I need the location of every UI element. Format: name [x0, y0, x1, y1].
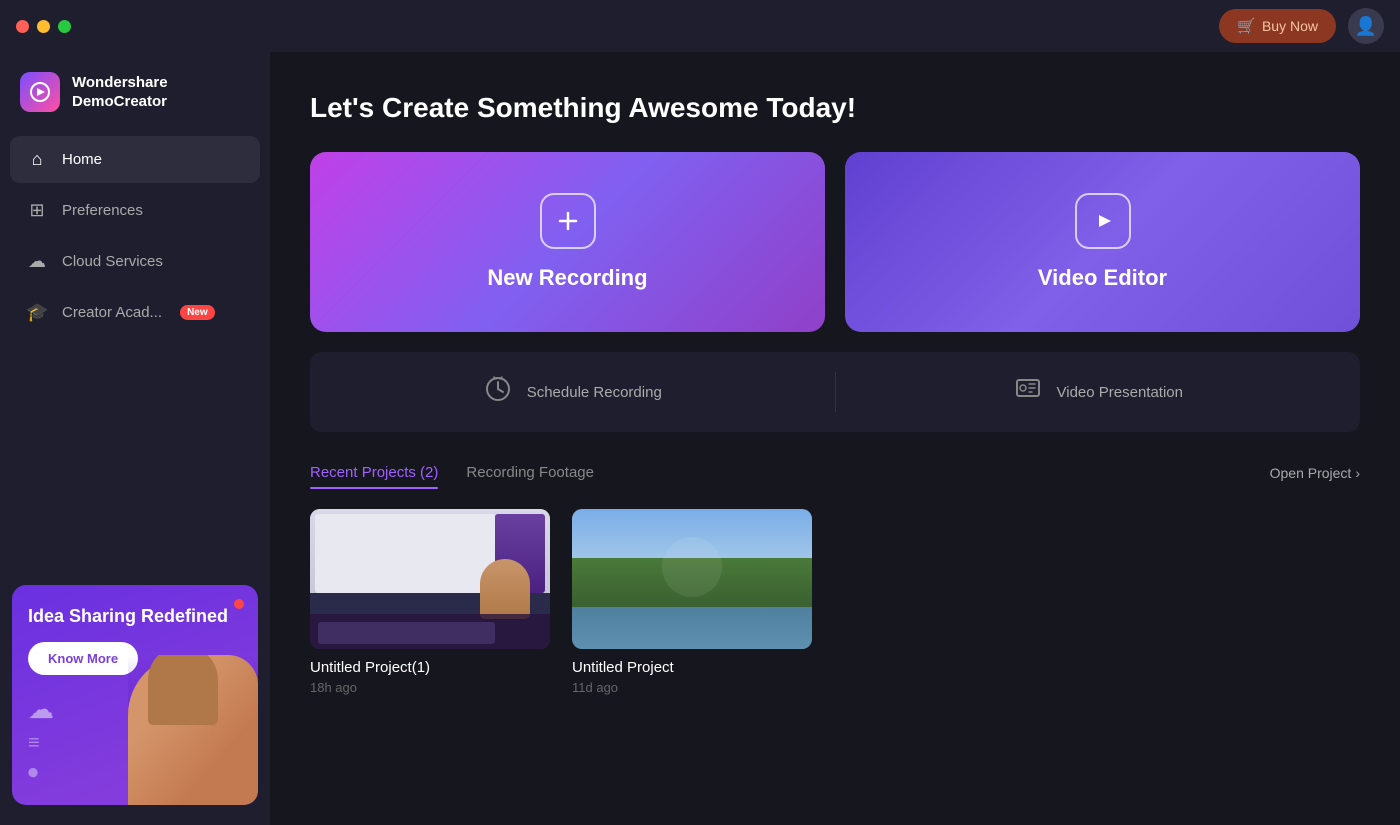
tab-recording-footage-label: Recording Footage [466, 464, 594, 481]
tabs: Recent Projects (2) Recording Footage [310, 456, 622, 489]
logo-icon [20, 72, 60, 112]
app-body: WondershareDemoCreator ⌂ Home ⊞ Preferen… [0, 52, 1400, 825]
new-recording-label: New Recording [487, 265, 647, 291]
tab-recent-projects[interactable]: Recent Projects (2) [310, 456, 438, 489]
promo-person [128, 655, 258, 805]
video-editor-label: Video Editor [1038, 265, 1167, 291]
buy-now-label: Buy Now [1262, 18, 1318, 34]
user-icon: 👤 [1355, 16, 1377, 37]
new-recording-card[interactable]: New Recording [310, 152, 825, 332]
cart-icon: 🛒 [1237, 17, 1256, 35]
thumb-screen-1 [310, 509, 550, 649]
river-water [572, 607, 812, 649]
chevron-right-icon: › [1355, 465, 1360, 481]
project-thumbnail-2 [572, 509, 812, 649]
project-thumbnail-1 [310, 509, 550, 649]
window-controls [16, 20, 71, 33]
schedule-recording-tool[interactable]: Schedule Recording [310, 352, 835, 432]
project-name-2: Untitled Project [572, 659, 812, 676]
home-icon: ⌂ [26, 149, 48, 170]
thumb-screen-2 [572, 509, 812, 649]
projects-header: Recent Projects (2) Recording Footage Op… [310, 456, 1360, 489]
sidebar-item-preferences[interactable]: ⊞ Preferences [10, 187, 260, 234]
open-project-label: Open Project [1270, 465, 1352, 481]
video-presentation-tool[interactable]: Video Presentation [836, 352, 1361, 432]
promo-filter-icon: ≡ [28, 732, 40, 755]
project-time-1: 18h ago [310, 680, 550, 695]
open-project-link[interactable]: Open Project › [1270, 465, 1360, 481]
sidebar-item-cloud-label: Cloud Services [62, 253, 163, 270]
sidebar-item-preferences-label: Preferences [62, 202, 143, 219]
project-card-2[interactable]: Untitled Project 11d ago [572, 509, 812, 695]
logo-text: WondershareDemoCreator [72, 73, 168, 112]
user-avatar-button[interactable]: 👤 [1348, 8, 1384, 44]
know-more-button[interactable]: Know More [28, 642, 138, 675]
tab-recording-footage[interactable]: Recording Footage [466, 456, 594, 489]
sidebar-promo: Idea Sharing Redefined Know More ☁ ≡ ⏺ [12, 585, 258, 805]
video-editor-icon [1075, 193, 1131, 249]
new-badge: New [180, 305, 215, 320]
tab-recent-projects-label: Recent Projects (2) [310, 464, 438, 481]
sidebar-nav: ⌂ Home ⊞ Preferences ☁ Cloud Services 🎓 … [0, 136, 270, 569]
new-recording-icon [540, 193, 596, 249]
titlebar-actions: 🛒 Buy Now 👤 [1219, 8, 1384, 44]
video-editor-card[interactable]: Video Editor [845, 152, 1360, 332]
tools-bar: Schedule Recording Video Presentation [310, 352, 1360, 432]
projects-grid: Untitled Project(1) 18h ago Untitled Pro… [310, 509, 1360, 695]
academy-icon: 🎓 [26, 302, 48, 323]
clock-icon [483, 374, 513, 411]
project-time-2: 11d ago [572, 680, 812, 695]
maximize-button[interactable] [58, 20, 71, 33]
project-name-1: Untitled Project(1) [310, 659, 550, 676]
sidebar-item-home[interactable]: ⌂ Home [10, 136, 260, 183]
hero-cards: New Recording Video Editor [310, 152, 1360, 332]
video-presentation-label: Video Presentation [1057, 384, 1183, 401]
preferences-icon: ⊞ [26, 200, 48, 221]
main-content: Let's Create Something Awesome Today! Ne… [270, 52, 1400, 825]
titlebar: 🛒 Buy Now 👤 [0, 0, 1400, 52]
schedule-recording-label: Schedule Recording [527, 384, 662, 401]
sidebar-item-creator-academy[interactable]: 🎓 Creator Acad... New [10, 289, 260, 336]
cloud-icon: ☁ [26, 251, 48, 272]
presentation-icon [1013, 374, 1043, 411]
buy-now-button[interactable]: 🛒 Buy Now [1219, 9, 1336, 43]
sidebar: WondershareDemoCreator ⌂ Home ⊞ Preferen… [0, 52, 270, 825]
sidebar-item-cloud-services[interactable]: ☁ Cloud Services [10, 238, 260, 285]
person-face [480, 559, 530, 619]
logo: WondershareDemoCreator [0, 52, 270, 136]
close-button[interactable] [16, 20, 29, 33]
promo-cloud-icon: ☁ [28, 694, 54, 725]
project-card-1[interactable]: Untitled Project(1) 18h ago [310, 509, 550, 695]
sidebar-item-academy-label: Creator Acad... [62, 304, 162, 321]
promo-dot [234, 599, 244, 609]
page-title: Let's Create Something Awesome Today! [310, 92, 1360, 124]
promo-title: Idea Sharing Redefined [28, 605, 242, 628]
minimize-button[interactable] [37, 20, 50, 33]
sidebar-item-home-label: Home [62, 151, 102, 168]
promo-rec-icon: ⏺ [28, 762, 38, 785]
